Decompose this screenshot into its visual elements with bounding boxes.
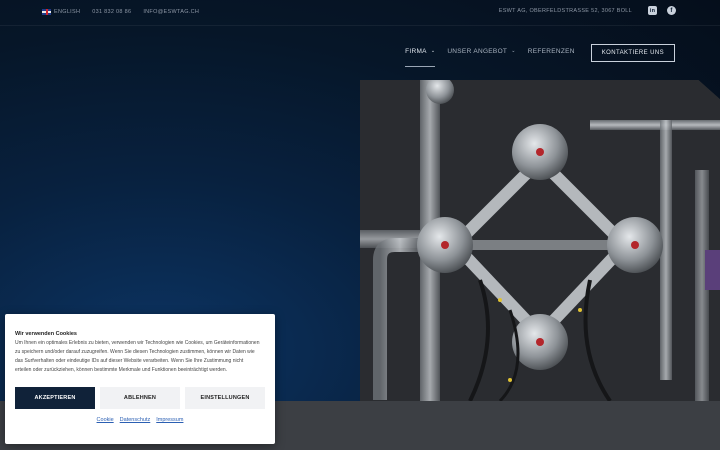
nav-item-unser-angebot[interactable]: UNSER ANGEBOT ⌄ bbox=[447, 48, 515, 59]
cookie-text: Um Ihnen ein optimales Erlebnis zu biete… bbox=[15, 340, 260, 373]
accept-cookies-button[interactable]: AKZEPTIEREN bbox=[15, 387, 95, 409]
phone-link[interactable]: 031 832 08 86 bbox=[92, 9, 131, 15]
linkedin-icon[interactable]: in bbox=[648, 6, 657, 15]
top-bar: ENGLISH 031 832 08 86 INFO@ESWTAG.CH ESW… bbox=[0, 0, 720, 26]
cookie-buttons: AKZEPTIEREN ABLEHNEN EINSTELLUNGEN bbox=[15, 387, 265, 409]
company-address: ESWT AG, OBERFELDSTRASSE 52, 3067 BOLL bbox=[498, 7, 632, 14]
hero-image-pipes bbox=[360, 80, 720, 401]
cookie-settings-button[interactable]: EINSTELLUNGEN bbox=[185, 387, 265, 409]
privacy-policy-link[interactable]: Datenschutz bbox=[120, 417, 151, 423]
top-bar-right: ESWT AG, OBERFELDSTRASSE 52, 3067 BOLL i… bbox=[499, 6, 676, 15]
language-switcher[interactable]: ENGLISH bbox=[42, 9, 80, 15]
nav-item-label: REFERENZEN bbox=[527, 47, 575, 55]
chevron-down-icon: ⌄ bbox=[430, 48, 436, 54]
contact-button[interactable]: KONTAKTIERE UNS bbox=[590, 44, 675, 62]
main-navigation: FIRMA ⌄ UNSER ANGEBOT ⌄ REFERENZEN KONTA… bbox=[405, 44, 675, 67]
uk-flag-icon bbox=[42, 9, 51, 15]
nav-item-referenzen[interactable]: REFERENZEN bbox=[528, 48, 575, 59]
imprint-link[interactable]: Impressum bbox=[156, 417, 183, 423]
email-link[interactable]: INFO@ESWTAG.CH bbox=[143, 9, 199, 15]
top-bar-contact: ENGLISH 031 832 08 86 INFO@ESWTAG.CH bbox=[42, 9, 199, 15]
nav-item-label: FIRMA bbox=[405, 47, 427, 55]
language-label: ENGLISH bbox=[54, 9, 81, 15]
cookie-title: Wir verwenden Cookies bbox=[15, 331, 77, 337]
industrial-pipes-illustration bbox=[360, 80, 720, 401]
cookie-consent-dialog: Wir verwenden Cookies Um Ihnen ein optim… bbox=[5, 314, 275, 444]
cookie-policy-link[interactable]: Cookie bbox=[97, 417, 114, 423]
nav-item-firma[interactable]: FIRMA ⌄ bbox=[405, 47, 436, 67]
chevron-down-icon: ⌄ bbox=[511, 48, 516, 54]
cookie-links: Cookie Datenschutz Impressum bbox=[15, 417, 265, 423]
deny-cookies-button[interactable]: ABLEHNEN bbox=[100, 387, 180, 409]
nav-item-label: UNSER ANGEBOT bbox=[447, 47, 508, 55]
facebook-icon[interactable]: f bbox=[667, 6, 676, 15]
